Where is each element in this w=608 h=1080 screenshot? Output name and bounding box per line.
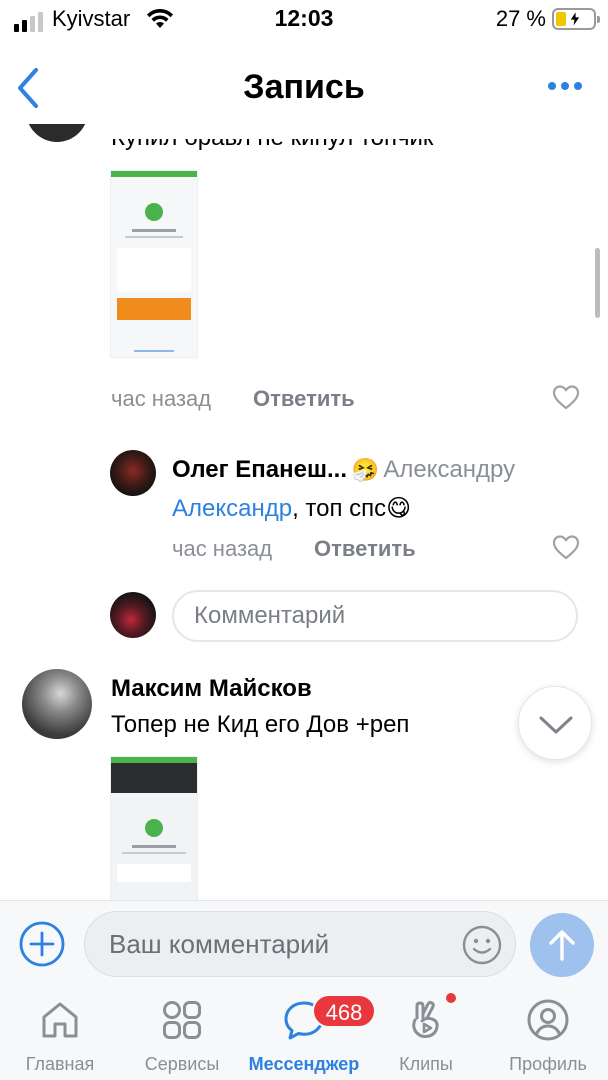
tab-home[interactable]: Главная	[0, 986, 120, 1080]
comments-feed[interactable]: Купил бравл не кинул топчик час назад От…	[0, 124, 608, 900]
add-attachment-button[interactable]	[19, 921, 65, 967]
arrow-up-icon	[549, 930, 575, 961]
notification-dot	[446, 993, 456, 1003]
comment-body: , топ спс	[292, 495, 387, 522]
comment-text: Топер не Кид его Дов +реп	[111, 711, 410, 738]
more-options-button[interactable]	[548, 82, 582, 90]
reply-comment-input[interactable]	[194, 602, 554, 630]
battery-percent: 27 %	[495, 6, 546, 31]
attachment-image[interactable]	[110, 756, 198, 900]
battery-charging-icon	[552, 8, 600, 30]
services-icon	[163, 1001, 201, 1039]
emoji-smile-icon[interactable]	[461, 924, 503, 966]
sneezing-emoji: 🤧	[351, 457, 379, 482]
tab-clips[interactable]: Клипы	[366, 986, 486, 1080]
comment-composer	[0, 900, 608, 986]
comment-time: час назад	[172, 536, 273, 561]
reply-button[interactable]: Ответить	[314, 536, 416, 562]
chevron-down-icon	[539, 716, 573, 734]
unread-badge: 468	[312, 994, 376, 1028]
like-heart-icon[interactable]	[552, 384, 580, 410]
status-bar: Kyivstar 12:03 27 %	[0, 0, 608, 40]
reply-to-name[interactable]: Александру	[383, 456, 515, 483]
like-heart-icon[interactable]	[552, 534, 580, 560]
scrollbar[interactable]	[595, 248, 600, 318]
tab-bar: Главная Сервисы Мессенджер Клипы Профиль…	[0, 986, 608, 1080]
comment-text: Александр, топ спс😋	[172, 494, 411, 523]
yum-emoji: 😋	[386, 495, 412, 522]
comment-text: Купил бравл не кинул топчик	[111, 124, 434, 151]
reply-button[interactable]: Ответить	[253, 386, 355, 412]
comment-time: час назад	[111, 386, 212, 411]
home-icon	[42, 1002, 78, 1038]
scroll-to-bottom-button[interactable]	[518, 686, 592, 760]
attachment-image[interactable]	[110, 170, 198, 358]
tab-label: Мессенджер	[248, 1054, 360, 1074]
avatar[interactable]	[26, 124, 88, 142]
tab-label: Главная	[25, 1054, 95, 1074]
tab-label: Клипы	[399, 1054, 453, 1074]
comment-input-field[interactable]	[84, 911, 516, 977]
tab-label: Профиль	[509, 1054, 587, 1074]
comment-input[interactable]	[109, 929, 449, 960]
send-button[interactable]	[530, 913, 594, 977]
nav-bar: Запись	[0, 52, 608, 124]
tab-profile[interactable]: Профиль	[488, 986, 608, 1080]
my-avatar	[110, 592, 156, 638]
tab-label: Сервисы	[144, 1054, 220, 1074]
page-title: Запись	[243, 68, 365, 106]
mention-link[interactable]: Александр	[172, 495, 292, 522]
comment-author[interactable]: Максим Майсков	[111, 675, 312, 703]
profile-icon	[527, 999, 569, 1041]
tab-services[interactable]: Сервисы	[122, 986, 242, 1080]
comment-author[interactable]: Олег Епанеш...	[172, 456, 347, 483]
clips-icon	[412, 1000, 439, 1038]
reply-header: Олег Епанеш... 🤧 Александру	[172, 456, 515, 484]
avatar[interactable]	[22, 669, 92, 739]
avatar[interactable]	[110, 450, 156, 496]
reply-comment-field[interactable]	[172, 590, 578, 642]
